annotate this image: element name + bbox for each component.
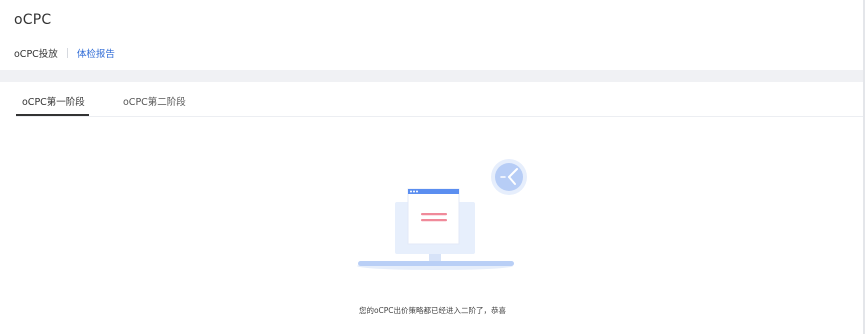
subnav-item-health-report[interactable]: 体检报告 xyxy=(77,46,115,60)
content-line xyxy=(421,213,447,216)
content-panel: oCPC第一阶段 oCPC第二阶段 您的oCPC出价策略都已经进入二阶了，恭喜 xyxy=(0,82,863,334)
content-line xyxy=(421,219,447,222)
page-header: oCPC oCPC投放 体检报告 xyxy=(0,0,863,70)
tab-bar: oCPC第一阶段 oCPC第二阶段 xyxy=(16,82,863,117)
monitor-base xyxy=(358,261,514,266)
monitor-with-clock-illustration xyxy=(357,159,527,270)
tab-ocpc-stage-one[interactable]: oCPC第一阶段 xyxy=(22,94,85,108)
tab-ocpc-stage-two[interactable]: oCPC第二阶段 xyxy=(123,94,186,108)
empty-state-message: 您的oCPC出价策略都已经进入二阶了，恭喜 xyxy=(358,306,507,315)
subnav-divider xyxy=(66,48,68,58)
browser-title-bar xyxy=(408,189,459,194)
browser-window xyxy=(407,188,460,245)
header-subnav: oCPC投放 体检报告 xyxy=(14,46,115,60)
active-tab-indicator xyxy=(16,114,89,116)
page-title: oCPC xyxy=(14,12,52,28)
subnav-item-ocpc-delivery[interactable]: oCPC投放 xyxy=(14,46,58,60)
